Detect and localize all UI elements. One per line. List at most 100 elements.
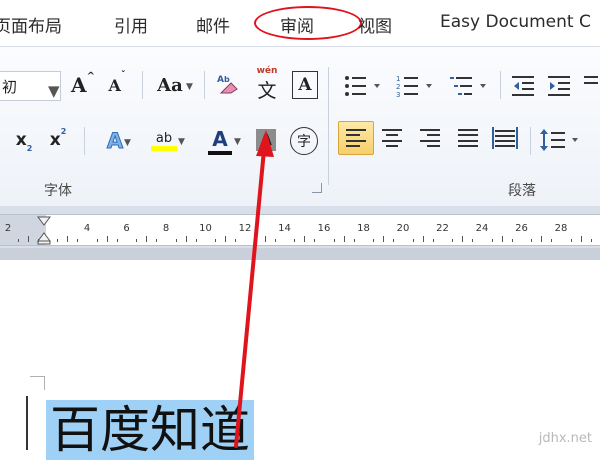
- watermark: jdhx.net: [538, 431, 592, 446]
- tab-review[interactable]: 审阅: [254, 6, 362, 40]
- svg-text:1: 1: [396, 75, 400, 83]
- align-left-button[interactable]: [338, 121, 374, 155]
- highlight-color-swatch: [151, 146, 177, 151]
- align-left-icon: [346, 129, 366, 147]
- superscript-icon: x: [49, 130, 61, 150]
- ruler-tick: [57, 239, 59, 242]
- ruler-tick: [333, 239, 335, 242]
- character-border-icon: A: [298, 75, 312, 95]
- subscript-icon: x: [15, 130, 27, 150]
- horizontal-ruler[interactable]: 2 4 6 8 10 12 14 16 18 20 22 24 26 28: [0, 214, 600, 246]
- tab-page-layout[interactable]: 页面布局: [0, 12, 62, 37]
- ruler-tick: [590, 239, 592, 242]
- ruler-tick: [541, 236, 543, 242]
- align-center-button[interactable]: [382, 129, 402, 147]
- svg-text:b: b: [224, 75, 230, 84]
- ruler-tick: [17, 239, 19, 242]
- tab-references[interactable]: 引用: [114, 12, 148, 37]
- grow-font-button[interactable]: A ^: [70, 71, 96, 99]
- ruler-tick: [274, 239, 276, 242]
- decrease-indent-icon: [512, 76, 534, 96]
- ruler-label: 6: [123, 223, 130, 234]
- ruler-tick: [136, 239, 138, 242]
- character-border-button[interactable]: A: [292, 71, 318, 99]
- ruler-tick: [175, 239, 177, 242]
- ruler-tick: [146, 236, 148, 242]
- subscript-button[interactable]: x2: [12, 127, 36, 153]
- clear-formatting-button[interactable]: A b: [214, 69, 242, 99]
- ruler-tick: [531, 239, 533, 242]
- tab-view[interactable]: 视图: [358, 12, 392, 37]
- ruler-bottom-bar: [0, 248, 600, 260]
- ruler-tick: [106, 236, 108, 242]
- ruler-tick: [570, 239, 572, 242]
- line-spacing-button[interactable]: [540, 127, 584, 153]
- chevron-down-icon[interactable]: ▼: [48, 82, 60, 100]
- enclose-characters-button[interactable]: 字: [290, 127, 318, 155]
- ruler-tick: [96, 239, 98, 242]
- ruler-label: 16: [317, 223, 331, 234]
- divider: [204, 71, 205, 99]
- phonetic-guide-button[interactable]: wén 文: [252, 66, 282, 102]
- superscript-button[interactable]: x2: [46, 127, 70, 153]
- ruler-tick: [432, 239, 434, 242]
- sort-button[interactable]: [584, 74, 600, 98]
- font-size-combobox[interactable]: 初 ▼: [0, 71, 61, 101]
- margin-corner-mark-vertical: [44, 376, 45, 390]
- caret-down-small-icon: ˇ: [120, 71, 126, 81]
- ruler-tick: [343, 236, 345, 242]
- font-color-icon: A: [212, 127, 228, 151]
- increase-indent-button[interactable]: [548, 74, 572, 98]
- decrease-indent-button[interactable]: [512, 74, 536, 98]
- tab-easy-document[interactable]: Easy Document C: [440, 12, 591, 32]
- eraser-icon: A b: [217, 75, 238, 94]
- line-spacing-icon: [540, 129, 578, 151]
- font-dialog-launcher-icon[interactable]: [312, 183, 322, 193]
- ruler-tick: [551, 239, 553, 242]
- character-shading-button[interactable]: A: [256, 129, 276, 151]
- ruler-label: 2: [4, 223, 12, 234]
- selected-text[interactable]: 百度知道: [46, 400, 254, 460]
- ruler-tick: [67, 236, 69, 242]
- ruler-tick: [215, 239, 217, 242]
- text-effect-button[interactable]: A ▼: [96, 127, 134, 155]
- bullets-button[interactable]: [344, 74, 384, 98]
- ruler-tick: [225, 236, 227, 242]
- shrink-font-button[interactable]: Aˇ: [104, 71, 130, 99]
- font-color-button[interactable]: A ▼: [196, 125, 244, 157]
- ruler-tick: [27, 236, 29, 242]
- font-group-label: 字体: [44, 183, 72, 199]
- change-case-button[interactable]: Aa ▼: [150, 71, 193, 99]
- multilevel-list-button[interactable]: [450, 74, 490, 98]
- distributed-button[interactable]: [492, 127, 518, 151]
- enclose-characters-icon: 字: [297, 134, 311, 150]
- ruler-tick: [373, 239, 375, 242]
- margin-corner-mark: [30, 376, 44, 377]
- ruler-label: 14: [278, 223, 291, 234]
- ruler-label: 24: [475, 223, 489, 234]
- numbering-button[interactable]: 1 2 3: [396, 74, 436, 99]
- justify-button[interactable]: [458, 129, 478, 147]
- ruler-tick: [37, 239, 39, 242]
- ruler-tick: [472, 239, 474, 242]
- ruler-label: 22: [436, 223, 449, 234]
- align-right-button[interactable]: [420, 129, 440, 147]
- ruler-tick: [304, 236, 306, 242]
- ruler-label: 8: [162, 223, 170, 234]
- ribbon: 初 ▼ A ^ Aˇ Aa ▼ A b wén 文 A 1 2 3 x 2 x …: [0, 46, 600, 207]
- increase-indent-icon: [548, 76, 570, 96]
- ruler-tick: [393, 239, 395, 242]
- tab-mailings[interactable]: 邮件: [196, 12, 230, 37]
- phonetic-guide-icon: 文: [257, 79, 277, 102]
- divider: [142, 71, 143, 99]
- chevron-down-icon: ▼: [124, 138, 131, 148]
- ruler-label: 4: [83, 223, 91, 234]
- ruler-tick: [185, 236, 187, 242]
- ruler-label: 20: [396, 223, 410, 234]
- highlight-button[interactable]: ab ▼: [142, 125, 186, 157]
- ruler-tick: [116, 239, 118, 242]
- ruler-tick: [264, 236, 266, 242]
- superscript-mark: 2: [60, 127, 67, 136]
- grow-font-icon: A: [71, 73, 87, 97]
- ruler-tick: [452, 239, 454, 242]
